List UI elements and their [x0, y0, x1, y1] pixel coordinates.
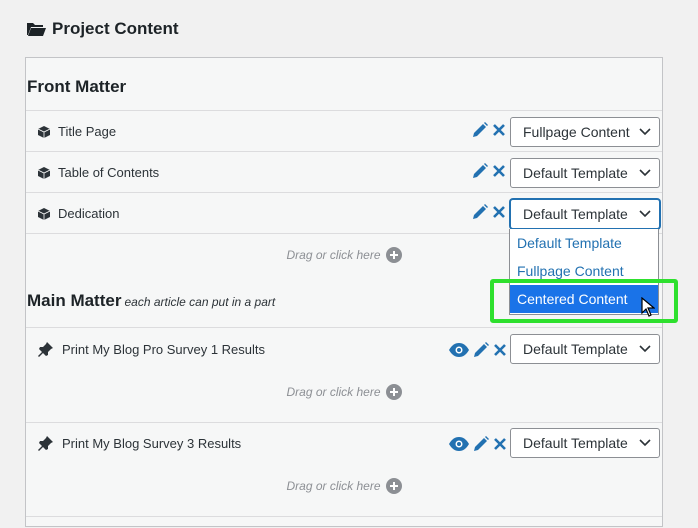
main-matter-row [26, 516, 662, 528]
dropdown-option-centered[interactable]: Centered Content [510, 285, 658, 313]
mouse-cursor-icon [641, 297, 655, 317]
main-matter-row[interactable]: Print My Blog Survey 3 Results Default T… [26, 422, 662, 516]
drag-text: Drag or click here [286, 385, 381, 399]
plus-circle-icon[interactable] [385, 384, 402, 400]
row-label: Print My Blog Pro Survey 1 Results [62, 341, 266, 357]
remove-x-icon[interactable] [492, 436, 508, 452]
edit-pencil-icon[interactable] [472, 341, 490, 359]
row-label: Dedication [58, 206, 120, 221]
cube-icon [38, 125, 50, 138]
plus-circle-icon[interactable] [385, 247, 402, 263]
row-label: Table of Contents [58, 165, 160, 180]
eye-icon[interactable] [448, 436, 470, 452]
main-matter-subtitle: each article can put in a part [124, 295, 276, 309]
edit-pencil-icon[interactable] [471, 162, 489, 180]
plus-circle-icon[interactable] [385, 478, 402, 494]
page-title-text: Project Content [52, 19, 179, 38]
edit-pencil-icon[interactable] [472, 435, 490, 453]
folder-open-icon [27, 23, 46, 36]
chevron-down-icon [639, 128, 651, 136]
front-matter-row[interactable]: Table of Contents Default Template [26, 151, 662, 192]
template-select[interactable]: Default Template [510, 158, 660, 188]
chevron-down-icon [639, 345, 651, 353]
row-label: Title Page [58, 124, 117, 139]
pin-icon [38, 436, 53, 451]
remove-x-icon[interactable] [491, 122, 507, 138]
main-matter-title: Main Matter each article can put in a par… [27, 291, 276, 310]
front-matter-row[interactable]: Dedication Default Template [26, 192, 662, 233]
cube-icon [38, 207, 50, 220]
remove-x-icon[interactable] [491, 163, 507, 179]
template-select[interactable]: Default Template [510, 428, 660, 458]
template-dropdown-list: Default Template Fullpage Content Center… [509, 229, 659, 315]
template-select-open[interactable]: Default Template [510, 199, 660, 229]
template-select[interactable]: Default Template [510, 334, 660, 364]
dropdown-option-default[interactable]: Default Template [510, 229, 658, 257]
chevron-down-icon [639, 439, 651, 447]
edit-pencil-icon[interactable] [471, 203, 489, 221]
drag-text: Drag or click here [286, 479, 381, 493]
remove-x-icon[interactable] [492, 342, 508, 358]
pin-icon [38, 342, 53, 357]
dropdown-option-fullpage[interactable]: Fullpage Content [510, 257, 658, 285]
front-matter-row[interactable]: Title Page Fullpage Content [26, 110, 662, 151]
template-select[interactable]: Fullpage Content [510, 117, 660, 147]
cube-icon [38, 166, 50, 179]
edit-pencil-icon[interactable] [471, 121, 489, 139]
chevron-down-icon [639, 210, 651, 218]
remove-x-icon[interactable] [491, 204, 507, 220]
drag-text: Drag or click here [286, 248, 381, 262]
main-matter-row[interactable]: Print My Blog Pro Survey 1 Results Defau… [26, 327, 662, 422]
chevron-down-icon [639, 169, 651, 177]
front-matter-title: Front Matter [27, 77, 127, 96]
page-title: Project Content [26, 19, 179, 39]
row-label: Print My Blog Survey 3 Results [62, 435, 242, 451]
eye-icon[interactable] [448, 342, 470, 358]
